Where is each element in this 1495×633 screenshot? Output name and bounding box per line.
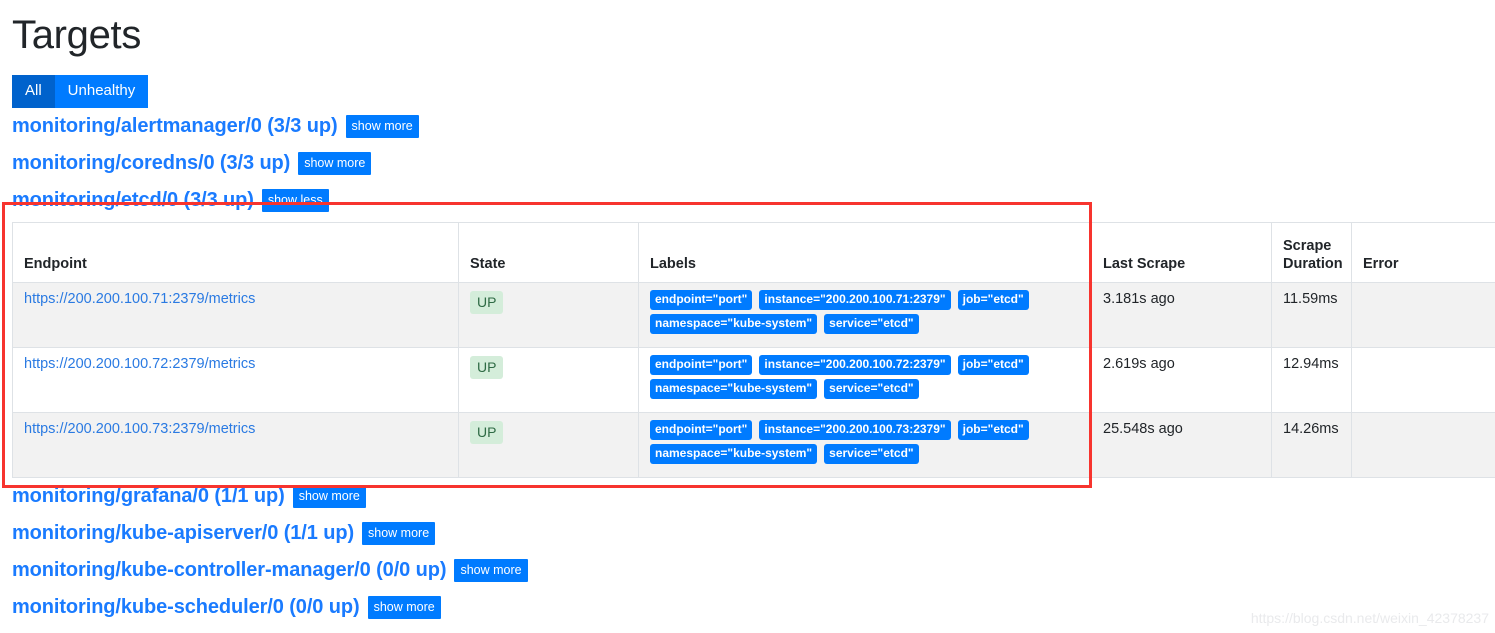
cell-scrape-duration: 14.26ms xyxy=(1271,412,1352,478)
header-scrape-duration: Scrape Duration xyxy=(1271,222,1352,283)
cell-last-scrape: 25.548s ago xyxy=(1091,412,1272,478)
header-last-scrape: Last Scrape xyxy=(1091,222,1272,283)
endpoint-link[interactable]: https://200.200.100.72:2379/metrics xyxy=(24,356,255,372)
header-error: Error xyxy=(1351,222,1495,283)
show-more-button-coredns[interactable]: show more xyxy=(298,152,372,175)
page-title: Targets xyxy=(12,13,142,57)
label-badge[interactable]: job="etcd" xyxy=(957,355,1029,375)
job-row-etcd: monitoring/etcd/0 (3/3 up) show less xyxy=(12,182,1495,219)
status-filter-group: All Unhealthy xyxy=(12,75,149,108)
show-more-button-kube-controller-manager[interactable]: show more xyxy=(454,559,528,582)
table-row: https://200.200.100.72:2379/metrics UP e… xyxy=(12,347,1495,413)
show-less-button-etcd[interactable]: show less xyxy=(261,189,329,212)
cell-state: UP xyxy=(458,282,639,348)
targets-table-etcd: Endpoint State Labels Last Scrape Scrape… xyxy=(12,222,1495,478)
job-list-top: monitoring/alertmanager/0 (3/3 up) show … xyxy=(0,108,1495,182)
label-badge[interactable]: job="etcd" xyxy=(957,290,1029,310)
job-link-kube-apiserver[interactable]: monitoring/kube-apiserver/0 (1/1 up) xyxy=(12,522,354,545)
job-link-kube-scheduler[interactable]: monitoring/kube-scheduler/0 (0/0 up) xyxy=(12,596,360,619)
cell-state: UP xyxy=(458,412,639,478)
show-more-button-grafana[interactable]: show more xyxy=(292,485,366,508)
label-badge[interactable]: instance="200.200.100.72:2379" xyxy=(759,355,951,375)
targets-table-wrapper: Endpoint State Labels Last Scrape Scrape… xyxy=(0,222,1495,478)
job-section-etcd: monitoring/etcd/0 (3/3 up) show less xyxy=(0,182,1495,219)
watermark-text: https://blog.csdn.net/weixin_42378237 xyxy=(1250,610,1489,626)
cell-labels: endpoint="port" instance="200.200.100.71… xyxy=(638,282,1092,348)
header-labels: Labels xyxy=(638,222,1092,283)
job-row-kube-apiserver: monitoring/kube-apiserver/0 (1/1 up) sho… xyxy=(12,515,1495,552)
label-badge[interactable]: endpoint="port" xyxy=(650,290,753,310)
cell-last-scrape: 3.181s ago xyxy=(1091,282,1272,348)
label-badge[interactable]: endpoint="port" xyxy=(650,355,753,375)
cell-endpoint: https://200.200.100.73:2379/metrics xyxy=(12,412,459,478)
table-body: https://200.200.100.71:2379/metrics UP e… xyxy=(12,282,1495,478)
job-row-grafana: monitoring/grafana/0 (1/1 up) show more xyxy=(12,478,1495,515)
cell-labels: endpoint="port" instance="200.200.100.73… xyxy=(638,412,1092,478)
show-more-button-kube-apiserver[interactable]: show more xyxy=(362,522,436,545)
show-more-button-alertmanager[interactable]: show more xyxy=(345,115,419,138)
job-link-alertmanager[interactable]: monitoring/alertmanager/0 (3/3 up) xyxy=(12,115,338,138)
endpoint-link[interactable]: https://200.200.100.71:2379/metrics xyxy=(24,291,255,307)
cell-endpoint: https://200.200.100.72:2379/metrics xyxy=(12,347,459,413)
label-badge[interactable]: namespace="kube-system" xyxy=(650,314,818,334)
job-row-kube-controller-manager: monitoring/kube-controller-manager/0 (0/… xyxy=(12,552,1495,589)
job-link-etcd[interactable]: monitoring/etcd/0 (3/3 up) xyxy=(12,189,254,212)
table-row: https://200.200.100.71:2379/metrics UP e… xyxy=(12,282,1495,348)
job-row-coredns: monitoring/coredns/0 (3/3 up) show more xyxy=(12,145,1495,182)
header-state: State xyxy=(458,222,639,283)
label-badge[interactable]: endpoint="port" xyxy=(650,420,753,440)
label-badge[interactable]: service="etcd" xyxy=(824,379,919,399)
filter-unhealthy-button[interactable]: Unhealthy xyxy=(54,75,149,108)
cell-last-scrape: 2.619s ago xyxy=(1091,347,1272,413)
label-badge[interactable]: job="etcd" xyxy=(957,420,1029,440)
cell-labels: endpoint="port" instance="200.200.100.72… xyxy=(638,347,1092,413)
status-badge: UP xyxy=(470,291,504,314)
cell-state: UP xyxy=(458,347,639,413)
endpoint-link[interactable]: https://200.200.100.73:2379/metrics xyxy=(24,421,255,437)
job-link-grafana[interactable]: monitoring/grafana/0 (1/1 up) xyxy=(12,485,285,508)
label-badge[interactable]: namespace="kube-system" xyxy=(650,444,818,464)
label-badge[interactable]: instance="200.200.100.71:2379" xyxy=(759,290,951,310)
label-badge[interactable]: service="etcd" xyxy=(824,444,919,464)
targets-page: Targets All Unhealthy monitoring/alertma… xyxy=(0,0,1495,633)
job-list-bottom: monitoring/grafana/0 (1/1 up) show more … xyxy=(0,478,1495,626)
job-row-alertmanager: monitoring/alertmanager/0 (3/3 up) show … xyxy=(12,108,1495,145)
header-endpoint: Endpoint xyxy=(12,222,459,283)
table-header: Endpoint State Labels Last Scrape Scrape… xyxy=(12,222,1495,283)
cell-error xyxy=(1351,347,1495,413)
table-header-row: Endpoint State Labels Last Scrape Scrape… xyxy=(12,222,1495,283)
cell-error xyxy=(1351,282,1495,348)
job-link-coredns[interactable]: monitoring/coredns/0 (3/3 up) xyxy=(12,152,290,175)
cell-error xyxy=(1351,412,1495,478)
label-badge[interactable]: service="etcd" xyxy=(824,314,919,334)
status-badge: UP xyxy=(470,356,504,379)
cell-endpoint: https://200.200.100.71:2379/metrics xyxy=(12,282,459,348)
job-link-kube-controller-manager[interactable]: monitoring/kube-controller-manager/0 (0/… xyxy=(12,559,447,582)
filter-all-button[interactable]: All xyxy=(12,75,55,108)
cell-scrape-duration: 11.59ms xyxy=(1271,282,1352,348)
label-badge[interactable]: instance="200.200.100.73:2379" xyxy=(759,420,951,440)
show-more-button-kube-scheduler[interactable]: show more xyxy=(367,596,441,619)
table-row: https://200.200.100.73:2379/metrics UP e… xyxy=(12,412,1495,478)
label-badge[interactable]: namespace="kube-system" xyxy=(650,379,818,399)
cell-scrape-duration: 12.94ms xyxy=(1271,347,1352,413)
status-badge: UP xyxy=(470,421,504,444)
